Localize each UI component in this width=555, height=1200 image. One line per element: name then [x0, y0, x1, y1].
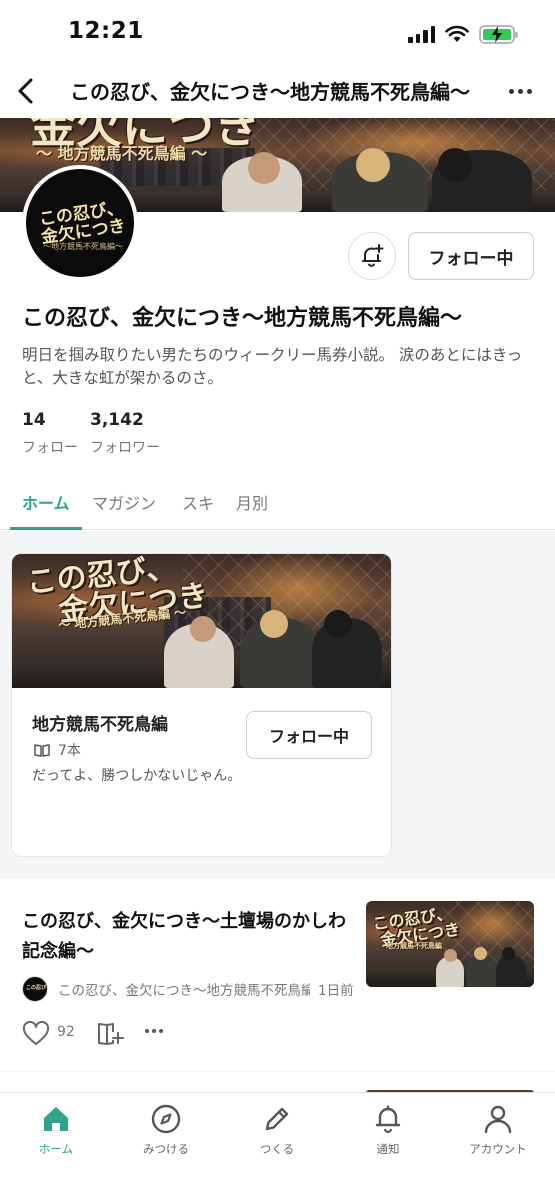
nav-create[interactable]: つくる — [227, 1103, 327, 1157]
following-count: 14 — [22, 410, 46, 430]
article-thumbnail: この忍び、 金欠につき 地方競馬不死鳥編 — [366, 901, 534, 987]
nav-discover[interactable]: みつける — [116, 1103, 216, 1157]
magazine-card[interactable]: この忍び、 金欠につき 〜 地方競馬不死鳥編 〜 地方競馬不死鳥編 7本 だって… — [11, 553, 392, 857]
follow-button[interactable]: フォロー中 — [408, 232, 534, 280]
thumb-art-subtitle: 地方競馬不死鳥編 — [386, 942, 442, 950]
article-time: 1日前 — [318, 983, 354, 999]
pencil-icon — [265, 1107, 289, 1131]
magazine-count-text: 7本 — [58, 743, 81, 759]
more-options-button[interactable] — [505, 78, 535, 104]
signal-icon — [408, 25, 435, 43]
article-card[interactable]: この忍び、金欠につき〜土壇場のかしわ記念編〜 この忍び、 金欠につき 地方競馬不… — [0, 879, 555, 1071]
avatar-text-line3: 〜地方競馬不死鳥編〜 — [43, 242, 123, 251]
bell-icon — [375, 1105, 401, 1134]
followers-stat[interactable]: 3,142 フォロワー — [90, 410, 160, 457]
magazine-article-count: 7本 — [34, 740, 81, 760]
like-button[interactable] — [22, 1020, 50, 1047]
heart-icon — [22, 1020, 50, 1045]
chevron-left-icon — [18, 78, 33, 104]
magazine-title: 地方競馬不死鳥編 — [32, 715, 168, 735]
tab-magazine[interactable]: マガジン — [92, 490, 156, 530]
like-count: 92 — [57, 1024, 75, 1040]
magazine-description: だってよ、勝つしかないじゃん。 — [32, 768, 242, 784]
nav-home[interactable]: ホーム — [6, 1103, 106, 1157]
compass-icon — [151, 1104, 181, 1134]
article-more-button[interactable] — [145, 1029, 163, 1033]
nav-account-label: アカウント — [469, 1142, 527, 1156]
bell-plus-icon — [362, 244, 384, 267]
home-icon — [44, 1107, 68, 1131]
following-label: フォロー — [22, 440, 78, 456]
nav-discover-label: みつける — [143, 1142, 189, 1156]
tab-monthly[interactable]: 月別 — [236, 490, 268, 530]
person-icon — [484, 1105, 512, 1134]
profile-bio: 明日を掴み取りたい男たちのウィークリー馬券小説。 涙のあとにはきっと、大きな虹が… — [22, 346, 523, 387]
active-tab-indicator — [10, 527, 82, 530]
tab-likes[interactable]: スキ — [182, 490, 214, 530]
add-to-magazine-button[interactable] — [96, 1020, 124, 1048]
profile-name: この忍び、金欠につき〜地方競馬不死鳥編〜 — [22, 306, 463, 331]
next-article-card — [0, 1072, 555, 1094]
status-time: 12:21 — [68, 18, 144, 44]
battery-icon — [479, 24, 518, 44]
article-author[interactable]: この忍び、金欠につき〜地方競馬不死鳥編〜 — [58, 979, 310, 999]
status-icons — [408, 22, 518, 46]
wifi-icon — [445, 25, 469, 42]
back-button[interactable] — [12, 74, 42, 108]
book-icon — [34, 744, 50, 757]
notification-settings-button[interactable] — [348, 232, 396, 280]
followers-label: フォロワー — [90, 440, 160, 456]
author-avatar[interactable]: この忍び — [22, 976, 48, 1002]
nav-create-label: つくる — [259, 1142, 295, 1156]
bottom-navigation: ホーム みつける つくる 通知 アカウント — [0, 1092, 555, 1200]
magazine-cover-image: この忍び、 金欠につき 〜 地方競馬不死鳥編 〜 — [12, 554, 391, 688]
nav-account[interactable]: アカウント — [448, 1103, 548, 1157]
nav-home-label: ホーム — [38, 1142, 74, 1156]
status-bar: 12:21 — [0, 0, 555, 66]
article-title: この忍び、金欠につき〜土壇場のかしわ記念編〜 — [22, 911, 346, 962]
profile-avatar: この忍び、 金欠につき 〜地方競馬不死鳥編〜 — [22, 165, 138, 281]
magazine-follow-button[interactable]: フォロー中 — [246, 711, 372, 759]
banner-art-subtitle: 〜 地方競馬不死鳥編 〜 — [36, 144, 208, 163]
nav-notifications-label: 通知 — [376, 1142, 400, 1156]
top-nav: この忍び、金欠につき〜地方競馬不死鳥編〜 — [0, 66, 555, 116]
feed: この忍び、 金欠につき 〜 地方競馬不死鳥編 〜 地方競馬不死鳥編 7本 だって… — [0, 531, 555, 1091]
page-title: この忍び、金欠につき〜地方競馬不死鳥編〜 — [70, 80, 470, 104]
nav-notifications[interactable]: 通知 — [338, 1103, 438, 1157]
following-stat[interactable]: 14 フォロー — [22, 410, 78, 457]
profile-tabs: ホーム マガジン スキ 月別 — [0, 478, 555, 530]
tab-home[interactable]: ホーム — [22, 490, 70, 530]
followers-count: 3,142 — [90, 410, 144, 430]
magazine-add-icon — [98, 1023, 124, 1045]
